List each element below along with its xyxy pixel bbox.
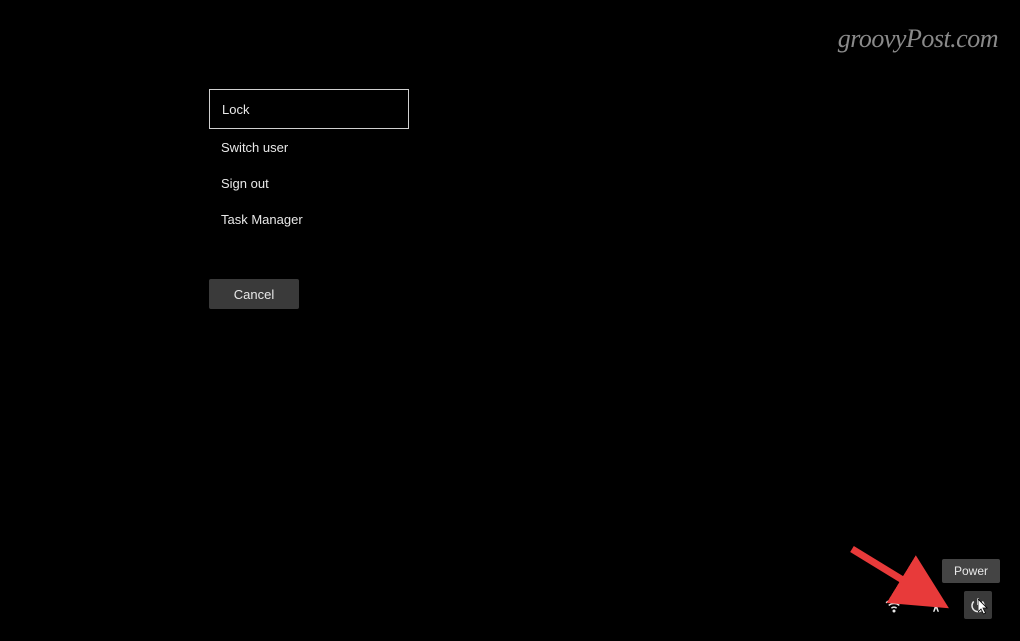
- watermark: groovyPost.com: [838, 24, 998, 54]
- cancel-button[interactable]: Cancel: [209, 279, 299, 309]
- menu-item-sign-out[interactable]: Sign out: [209, 165, 409, 201]
- menu-item-task-manager[interactable]: Task Manager: [209, 201, 409, 237]
- accessibility-button[interactable]: [922, 591, 950, 619]
- power-icon: [970, 597, 986, 613]
- action-bar: [880, 591, 992, 619]
- menu-item-label: Sign out: [221, 176, 269, 191]
- menu-item-switch-user[interactable]: Switch user: [209, 129, 409, 165]
- wifi-icon: [885, 596, 903, 614]
- power-tooltip: Power: [942, 559, 1000, 583]
- menu-item-label: Switch user: [221, 140, 288, 155]
- cancel-button-label: Cancel: [234, 287, 274, 302]
- wifi-button[interactable]: [880, 591, 908, 619]
- menu-item-label: Task Manager: [221, 212, 303, 227]
- security-menu: Lock Switch user Sign out Task Manager C…: [209, 89, 409, 309]
- accessibility-icon: [927, 596, 945, 614]
- menu-item-lock[interactable]: Lock: [209, 89, 409, 129]
- power-button[interactable]: [964, 591, 992, 619]
- menu-item-label: Lock: [222, 102, 249, 117]
